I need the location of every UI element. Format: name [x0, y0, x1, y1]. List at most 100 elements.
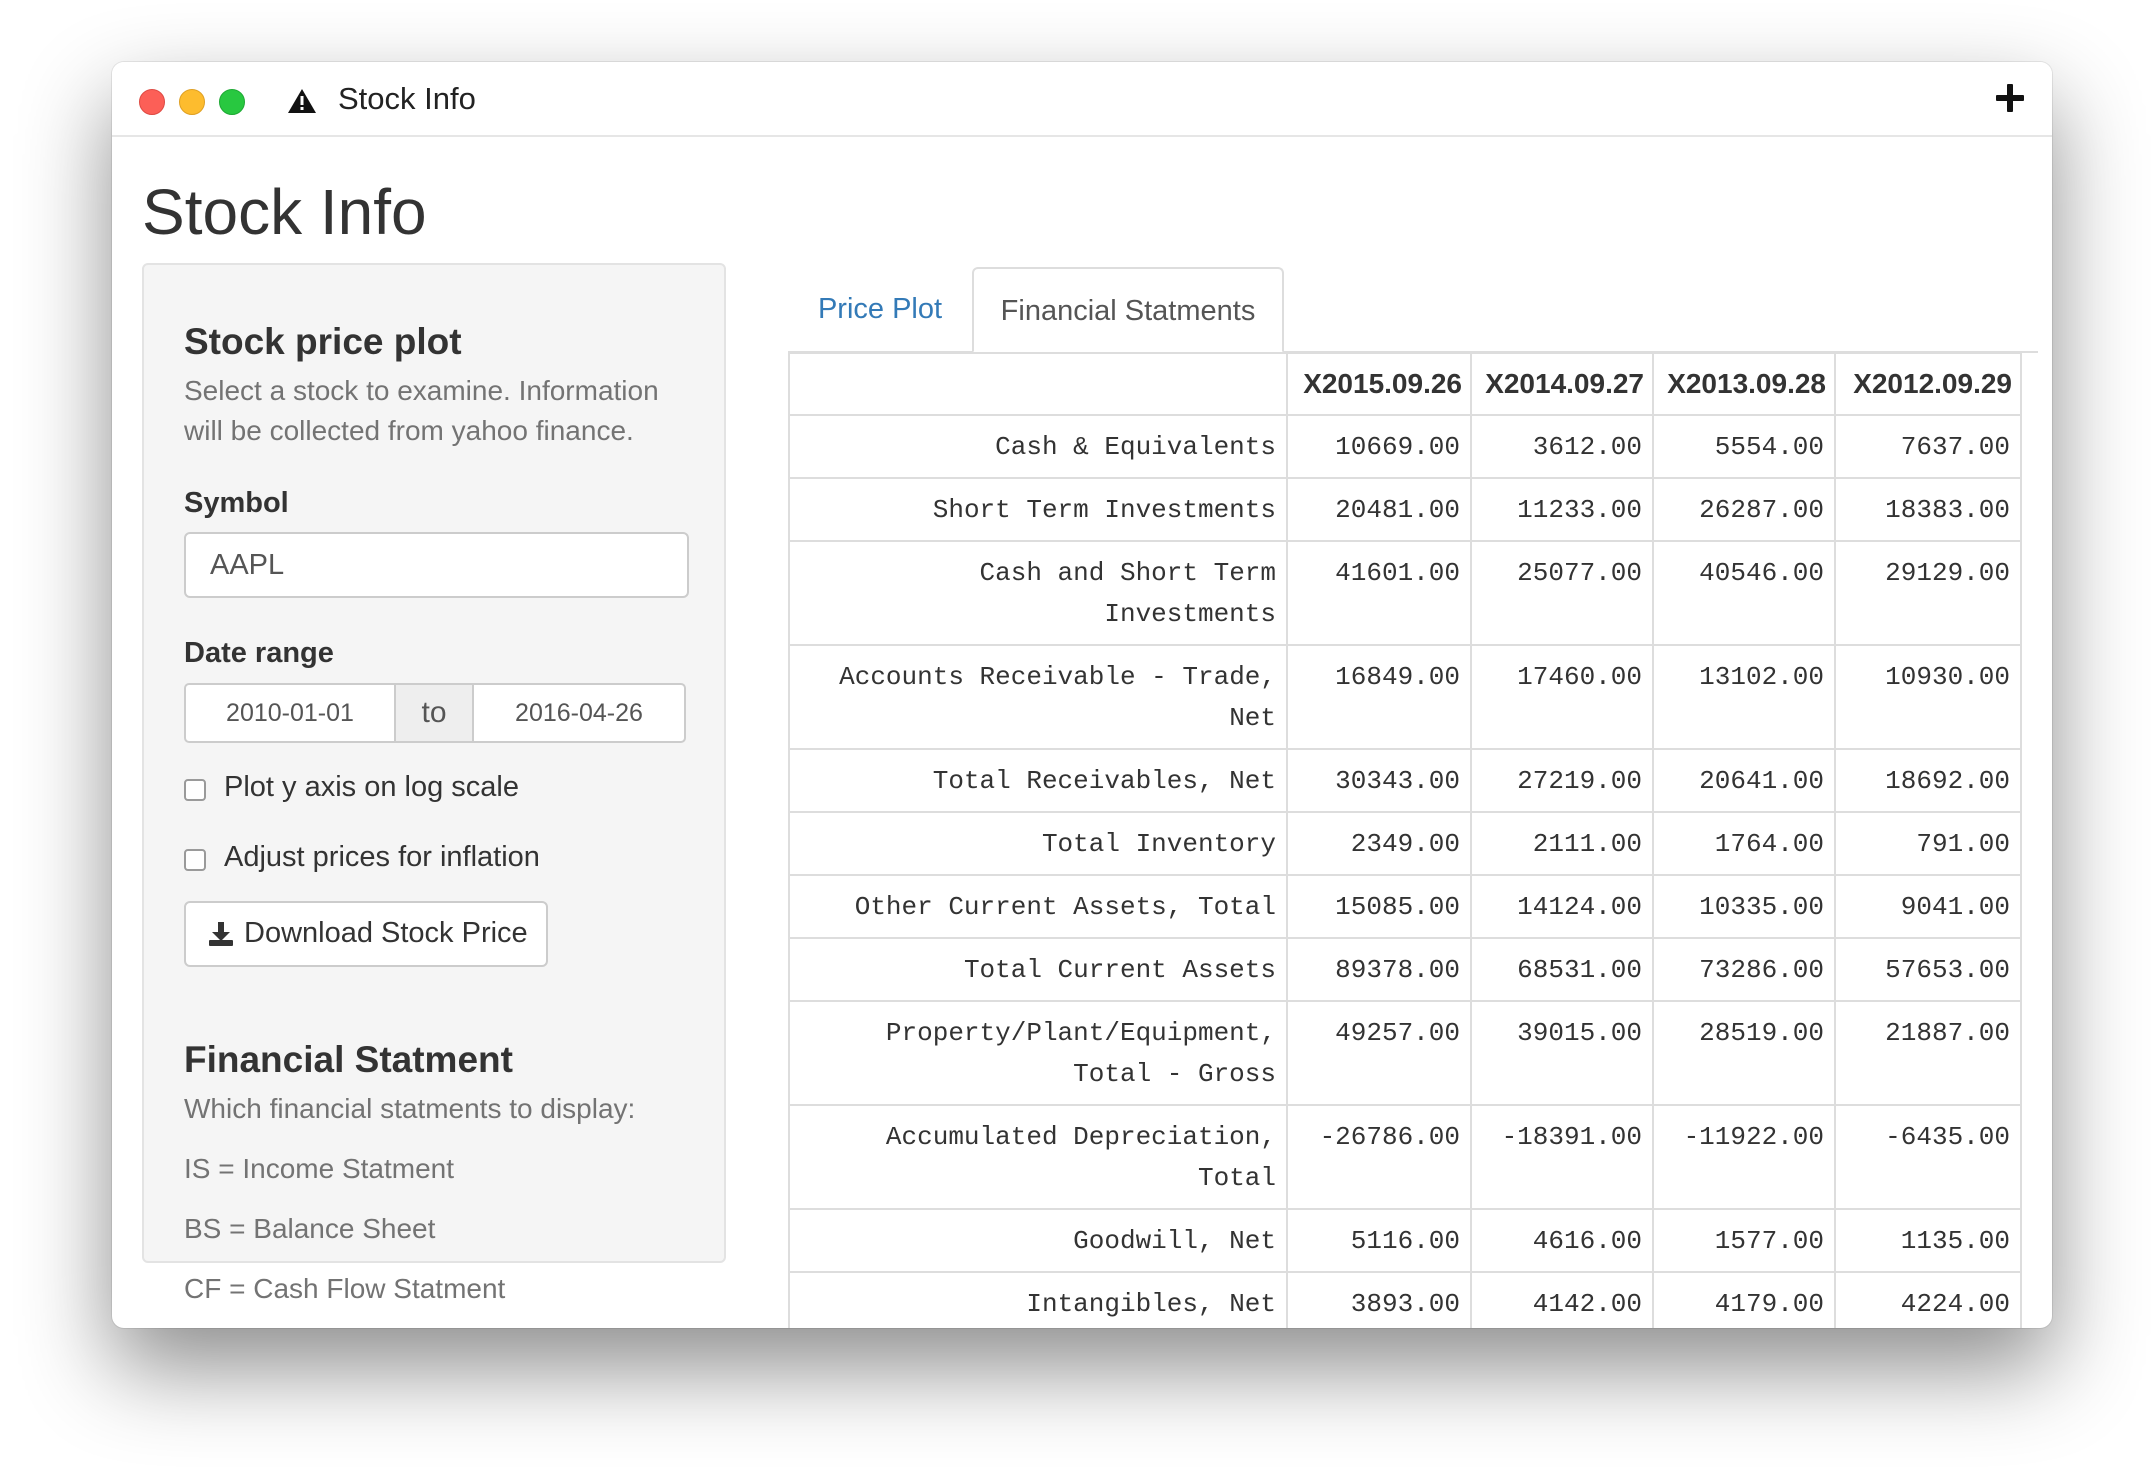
row-label: Cash and Short Term Investments — [788, 540, 1288, 646]
table-cell: 21887.00 — [1834, 1000, 2022, 1106]
log-scale-label: Plot y axis on log scale — [224, 771, 519, 803]
date-end-input[interactable]: 2016-04-26 — [472, 683, 686, 743]
inflation-label: Adjust prices for inflation — [224, 841, 540, 873]
table-cell: 27219.00 — [1470, 748, 1654, 813]
table-cell: 1764.00 — [1652, 811, 1836, 876]
table-cell: 791.00 — [1834, 811, 2022, 876]
table-cell: 10669.00 — [1286, 414, 1472, 479]
title-bar: Stock Info — [112, 62, 2052, 137]
row-label: Total Inventory — [788, 811, 1288, 876]
table-cell: 1577.00 — [1652, 1208, 1836, 1273]
table-row: Short Term Investments 20481.00 11233.00 26… — [788, 477, 2022, 542]
table-cell: 5116.00 — [1286, 1208, 1472, 1273]
tab-financial-statements[interactable]: Financial Statments — [972, 267, 1284, 353]
stock-plot-heading: Stock price plot — [184, 321, 462, 362]
table-cell: 15085.00 — [1286, 874, 1472, 939]
download-label: Download Stock Price — [244, 917, 528, 949]
financial-statement-heading: Financial Statment — [184, 1039, 513, 1080]
row-label: Property/Plant/Equipment, Total - Gross — [788, 1000, 1288, 1106]
table-cell: 10335.00 — [1652, 874, 1836, 939]
table-row: Total Receivables, Net 30343.00 27219.00 20… — [788, 748, 2022, 813]
financial-table: X2015.09.26 X2014.09.27 X2013.09.28 X201… — [788, 352, 2022, 1328]
table-cell: 3893.00 — [1286, 1271, 1472, 1328]
table-row: Goodwill, Net 5116.00 4616.00 1577.00 1135.0… — [788, 1208, 2022, 1273]
table-cell: 30343.00 — [1286, 748, 1472, 813]
table-cell: 73286.00 — [1652, 937, 1836, 1002]
table-header-row: X2015.09.26 X2014.09.27 X2013.09.28 X201… — [788, 352, 2022, 416]
column-header: X2012.09.29 — [1834, 352, 2022, 416]
table-cell: 39015.00 — [1470, 1000, 1654, 1106]
table-cell: 9041.00 — [1834, 874, 2022, 939]
table-cell: 4179.00 — [1652, 1271, 1836, 1328]
table-cell: 2349.00 — [1286, 811, 1472, 876]
legend-income-statement: IS = Income Statment — [184, 1153, 455, 1184]
table-cell: -11922.00 — [1652, 1104, 1836, 1210]
tab-bar: Price Plot Financial Statments — [788, 267, 2038, 353]
table-row: Accumulated Depreciation, Total -26786.00… — [788, 1104, 2022, 1210]
row-label: Goodwill, Net — [788, 1208, 1288, 1273]
row-label: Accounts Receivable - Trade, Net — [788, 644, 1288, 750]
download-stock-price-button[interactable]: Download Stock Price — [184, 901, 548, 967]
zoom-window-button[interactable] — [219, 89, 245, 115]
table-cell: 13102.00 — [1652, 644, 1836, 750]
table-cell: 7637.00 — [1834, 414, 2022, 479]
table-cell: 4616.00 — [1470, 1208, 1654, 1273]
column-header: X2014.09.27 — [1470, 352, 1654, 416]
row-label: Accumulated Depreciation, Total — [788, 1104, 1288, 1210]
table-cell: 20481.00 — [1286, 477, 1472, 542]
column-header: X2013.09.28 — [1652, 352, 1836, 416]
close-window-button[interactable] — [139, 89, 165, 115]
plus-icon[interactable] — [1996, 84, 2024, 112]
symbol-input[interactable] — [184, 532, 689, 598]
sidebar-panel: Stock price plot Select a stock to exami… — [142, 263, 726, 1304]
table-cell: 25077.00 — [1470, 540, 1654, 646]
table-cell: 11233.00 — [1470, 477, 1654, 542]
row-label: Cash & Equivalents — [788, 414, 1288, 479]
table-cell: 2111.00 — [1470, 811, 1654, 876]
row-label: Short Term Investments — [788, 477, 1288, 542]
log-scale-checkbox[interactable] — [184, 779, 206, 801]
column-header — [788, 352, 1288, 416]
table-cell: 89378.00 — [1286, 937, 1472, 1002]
row-label: Other Current Assets, Total — [788, 874, 1288, 939]
table-cell: 28519.00 — [1652, 1000, 1836, 1106]
table-row: Cash & Equivalents 10669.00 3612.00 5554.00… — [788, 414, 2022, 479]
date-range-label: Date range — [184, 637, 334, 669]
financial-statement-help: Which financial statments to display: — [184, 1093, 636, 1124]
table-row: Total Inventory 2349.00 2111.00 1764.00 791.… — [788, 811, 2022, 876]
table-row: Intangibles, Net 3893.00 4142.00 4179.00 422… — [788, 1271, 2022, 1328]
table-body: Cash & Equivalents 10669.00 3612.00 5554.00… — [788, 414, 2022, 1328]
row-label: Total Current Assets — [788, 937, 1288, 1002]
table-cell: 16849.00 — [1286, 644, 1472, 750]
table-cell: 14124.00 — [1470, 874, 1654, 939]
table-row: Total Current Assets 89378.00 68531.00 7328… — [788, 937, 2022, 1002]
table-cell: 1135.00 — [1834, 1208, 2022, 1273]
table-cell: -26786.00 — [1286, 1104, 1472, 1210]
table-cell: 26287.00 — [1652, 477, 1836, 542]
minimize-window-button[interactable] — [179, 89, 205, 115]
table-cell: 17460.00 — [1470, 644, 1654, 750]
table-cell: 20641.00 — [1652, 748, 1836, 813]
table-cell: 4142.00 — [1470, 1271, 1654, 1328]
table-cell: 3612.00 — [1470, 414, 1654, 479]
symbol-label: Symbol — [184, 487, 289, 519]
legend-cash-flow: CF = Cash Flow Statment — [184, 1273, 506, 1304]
app-window: Stock Info Stock Info Stock price plot S… — [112, 62, 2052, 1328]
inflation-checkbox[interactable] — [184, 849, 206, 871]
table-cell: -18391.00 — [1470, 1104, 1654, 1210]
page-content: Stock Info Stock price plot Select a sto… — [112, 137, 2052, 1328]
table-row: Accounts Receivable - Trade, Net 16849.00… — [788, 644, 2022, 750]
date-separator: to — [394, 683, 474, 743]
legend-balance-sheet: BS = Balance Sheet — [184, 1213, 436, 1244]
table-row: Property/Plant/Equipment, Total - Gross 4… — [788, 1000, 2022, 1106]
date-start-input[interactable]: 2010-01-01 — [184, 683, 396, 743]
stock-plot-help: Select a stock to examine. Information w… — [184, 375, 659, 446]
table-cell: 10930.00 — [1834, 644, 2022, 750]
page-title: Stock Info — [142, 176, 427, 248]
tab-price-plot[interactable]: Price Plot — [788, 267, 972, 351]
table-row: Cash and Short Term Investments 41601.00 2… — [788, 540, 2022, 646]
download-icon — [209, 922, 233, 946]
table-cell: 40546.00 — [1652, 540, 1836, 646]
table-cell: 18692.00 — [1834, 748, 2022, 813]
table-cell: 68531.00 — [1470, 937, 1654, 1002]
